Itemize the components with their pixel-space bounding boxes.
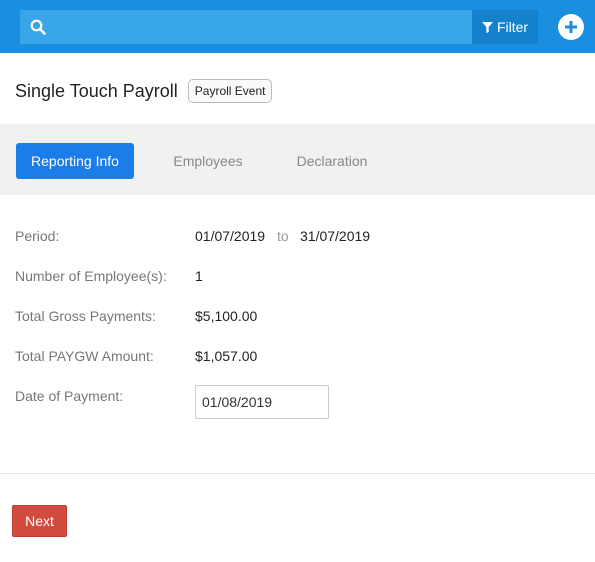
page-title: Single Touch Payroll [15,80,178,101]
tab-declaration[interactable]: Declaration [285,143,379,179]
search-input[interactable] [20,10,538,44]
tab-reporting-info[interactable]: Reporting Info [16,143,134,179]
period-to-value: 31/07/2019 [300,228,371,244]
add-button[interactable] [558,14,584,40]
top-toolbar: Filter [0,0,595,53]
tab-employees[interactable]: Employees [162,143,254,179]
step-tabs: Reporting Info Employees Declaration [0,124,595,195]
paygw-label: Total PAYGW Amount: [15,348,154,364]
filter-button-label: Filter [496,19,529,35]
period-label: Period: [15,228,60,244]
payment-date-label: Date of Payment: [15,388,124,404]
payment-date-field[interactable] [195,385,329,419]
search-icon [30,19,46,35]
next-button[interactable]: Next [12,505,67,537]
employees-label: Number of Employee(s): [15,268,167,284]
period-to-word: to [277,228,289,244]
filter-button[interactable]: Filter [472,10,538,44]
footer-divider [0,473,595,474]
payroll-event-badge: Payroll Event [187,79,273,103]
title-row: Single Touch Payroll Payroll Event [15,78,273,104]
filter-icon [481,21,493,33]
gross-payments-value: $5,100.00 [195,308,258,324]
paygw-value: $1,057.00 [195,348,258,364]
employees-value: 1 [195,268,203,284]
plus-circle-icon [565,21,577,33]
period-from-value: 01/07/2019 [195,228,266,244]
gross-payments-label: Total Gross Payments: [15,308,156,324]
